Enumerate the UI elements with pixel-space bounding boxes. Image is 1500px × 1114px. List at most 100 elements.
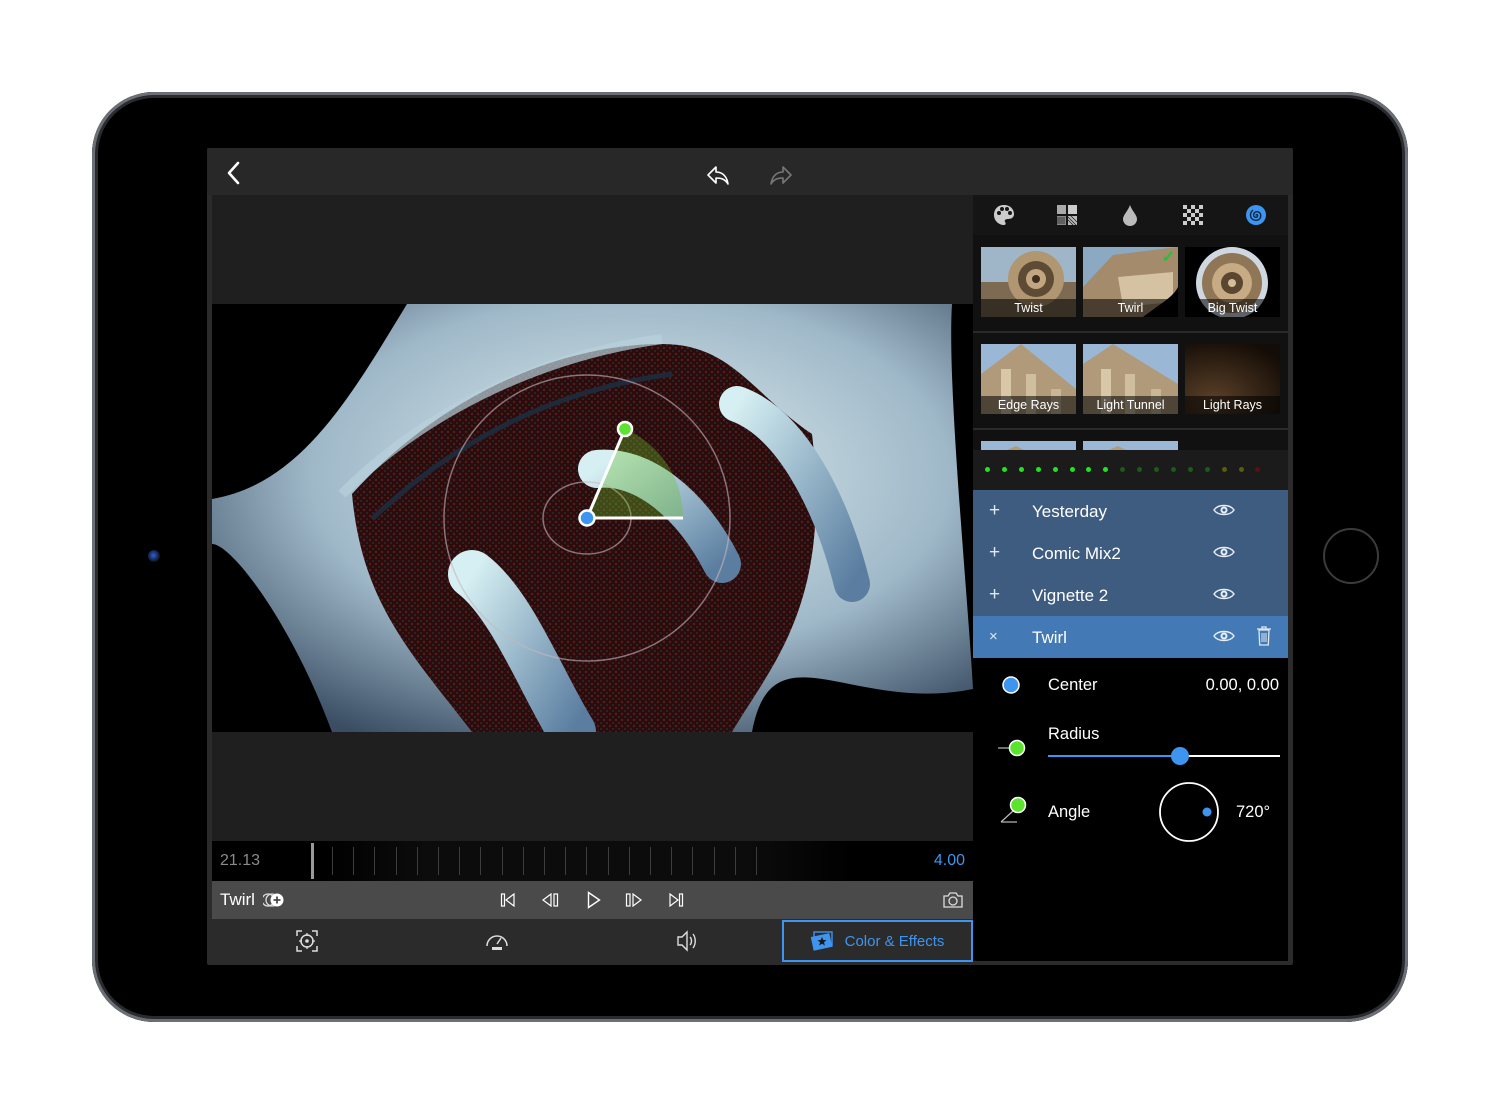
radius-label: Radius: [1048, 725, 1100, 743]
level-dot: [1086, 467, 1092, 472]
level-dot: [1120, 467, 1126, 472]
layer-twirl[interactable]: × Twirl: [973, 616, 1288, 658]
level-dot: [1204, 467, 1210, 472]
front-camera: [148, 550, 160, 562]
angle-handle[interactable]: [616, 420, 634, 438]
step-back-button[interactable]: [540, 891, 562, 909]
level-dot: [1221, 467, 1227, 472]
go-to-end-button[interactable]: [666, 891, 686, 909]
preset-big-twist[interactable]: Big Twist: [1185, 247, 1280, 317]
timeline-tick: [607, 847, 609, 875]
preset-label: Big Twist: [1185, 299, 1280, 317]
checker-icon: [1183, 205, 1203, 225]
timeline-tick: [544, 847, 545, 875]
visibility-toggle[interactable]: [1213, 587, 1235, 606]
preset-label: Twirl: [1083, 299, 1178, 317]
level-dot: [1137, 467, 1143, 472]
center-handle[interactable]: [578, 509, 596, 527]
level-dot: [1255, 467, 1261, 472]
center-value[interactable]: 0.00, 0.00: [1206, 676, 1279, 695]
timeline-tick: [522, 847, 524, 875]
preset-twirl[interactable]: ✓ Twirl: [1083, 247, 1178, 317]
category-distortion[interactable]: [1243, 203, 1269, 227]
video-preview[interactable]: [212, 195, 973, 841]
back-button[interactable]: [221, 158, 247, 188]
tab-color-effects[interactable]: Color & Effects: [782, 920, 973, 962]
level-dot: [1018, 467, 1024, 472]
preset-edge-rays[interactable]: Edge Rays: [981, 344, 1076, 414]
timeline-tick: [586, 847, 588, 875]
tab-audio[interactable]: [592, 919, 782, 963]
level-dot: [1154, 467, 1159, 472]
level-dot: [1001, 467, 1007, 472]
effects-panel: Twist ✓ Twirl Big Twist Edge Rays Light …: [973, 195, 1288, 961]
color-effects-icon: [810, 931, 833, 951]
preset-row: Twist ✓ Twirl Big Twist: [973, 235, 1288, 333]
timeline-tick: [713, 847, 715, 875]
angle-handle-icon: [1000, 796, 1027, 823]
tab-crop[interactable]: [212, 919, 402, 963]
preset-label: Light Rays: [1185, 396, 1280, 414]
play-button[interactable]: [584, 890, 604, 910]
undo-button[interactable]: [704, 162, 732, 188]
step-forward-button[interactable]: [623, 891, 645, 909]
timeline-tick: [353, 847, 355, 875]
preset-light-tunnel[interactable]: Light Tunnel: [1083, 344, 1178, 414]
crop-target-icon: [296, 930, 318, 952]
category-patterns[interactable]: [1054, 203, 1080, 227]
layer-yesterday[interactable]: + Yesterday: [973, 490, 1288, 532]
tab-speed[interactable]: [402, 919, 592, 963]
layer-name: Comic Mix2: [1032, 544, 1121, 563]
category-drop[interactable]: [1117, 203, 1143, 227]
eye-icon: [1213, 588, 1235, 600]
angle-value[interactable]: 720°: [1236, 803, 1270, 822]
redo-button[interactable]: [767, 162, 795, 188]
timeline-tick: [650, 847, 651, 875]
snapshot-button[interactable]: [941, 889, 965, 911]
bottom-tab-bar: Color & Effects: [212, 919, 973, 963]
expand-icon[interactable]: +: [989, 500, 1000, 522]
timeline[interactable]: 21.13 4.00: [212, 841, 973, 881]
home-button[interactable]: [1323, 528, 1379, 584]
add-layer-icon: [263, 893, 284, 907]
timeline-tick: [565, 847, 567, 875]
preset-light-rays[interactable]: Light Rays: [1185, 344, 1280, 414]
radius-slider[interactable]: [1048, 746, 1280, 766]
visibility-toggle[interactable]: [1213, 629, 1235, 648]
delete-layer-button[interactable]: [1256, 625, 1272, 651]
twirled-image: [212, 304, 973, 732]
top-toolbar: [207, 148, 1293, 195]
layer-name: Vignette 2: [1032, 586, 1109, 605]
timeline-tick: [459, 847, 461, 875]
category-palette[interactable]: [991, 203, 1017, 227]
layer-comic-mix2[interactable]: + Comic Mix2: [973, 532, 1288, 574]
layer-name: Yesterday: [1032, 502, 1107, 521]
add-effect-button[interactable]: [263, 892, 285, 908]
playhead[interactable]: [311, 843, 314, 879]
effect-parameters: Center 0.00, 0.00 Radius Angle 720°: [973, 658, 1288, 961]
expand-icon[interactable]: +: [989, 542, 1000, 564]
angle-dial[interactable]: [1158, 781, 1220, 843]
slider-thumb[interactable]: [1171, 747, 1190, 765]
timeline-tick: [395, 847, 397, 875]
clip-name: Twirl: [220, 890, 255, 909]
go-to-start-button[interactable]: [498, 891, 518, 909]
timeline-tick: [438, 847, 439, 875]
center-label: Center: [1048, 676, 1098, 694]
layer-vignette-2[interactable]: + Vignette 2: [973, 574, 1288, 616]
timeline-tick: [416, 847, 418, 875]
slider-fill: [1048, 755, 1181, 757]
timeline-tick: [480, 847, 482, 875]
preview-image[interactable]: [212, 304, 973, 732]
preset-label: Light Tunnel: [1083, 396, 1178, 414]
preset-twist[interactable]: Twist: [981, 247, 1076, 317]
expand-icon[interactable]: +: [989, 584, 1000, 606]
visibility-toggle[interactable]: [1213, 545, 1235, 564]
category-pixelate[interactable]: [1180, 203, 1206, 227]
collapse-icon[interactable]: ×: [989, 628, 998, 645]
visibility-toggle[interactable]: [1213, 503, 1235, 522]
timeline-tick: [734, 847, 736, 875]
preset-label: Twist: [981, 299, 1076, 317]
audio-level-meter: [973, 450, 1288, 490]
timeline-tick: [671, 847, 673, 875]
